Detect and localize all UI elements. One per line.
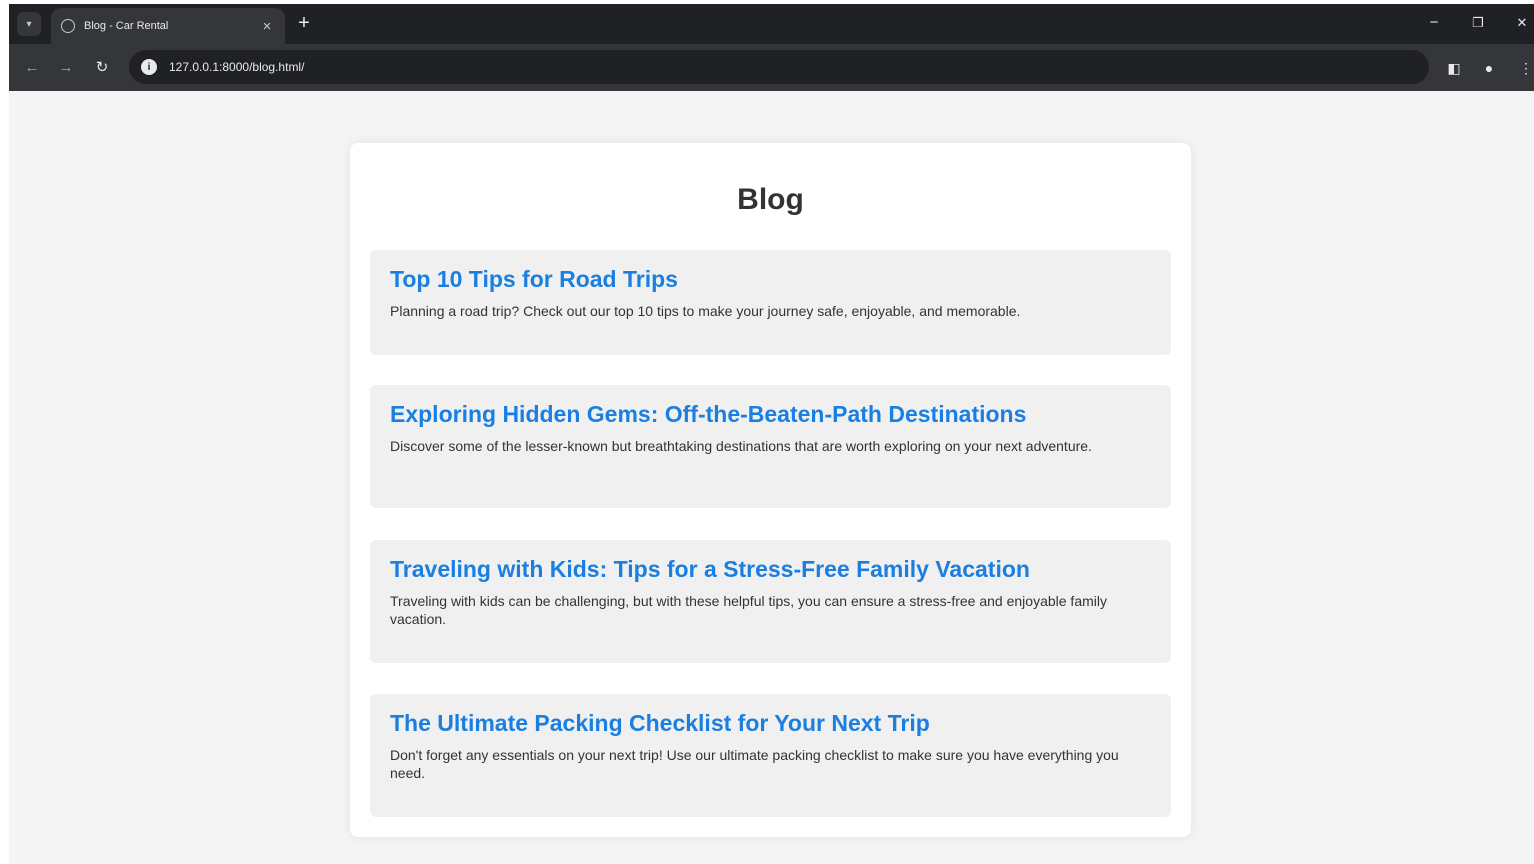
blog-post: The Ultimate Packing Checklist for Your …	[370, 694, 1171, 817]
post-excerpt: Don't forget any essentials on your next…	[390, 747, 1119, 781]
forward-icon[interactable]: →	[53, 55, 79, 81]
post-title-link[interactable]: The Ultimate Packing Checklist for Your …	[390, 710, 1151, 737]
tab-search-icon[interactable]: ▾	[17, 12, 41, 36]
restore-button[interactable]: ❐	[1461, 10, 1495, 36]
tab-close-icon[interactable]: ×	[259, 18, 275, 35]
tab-strip: ▾ Blog - Car Rental × + − ❐ ✕	[9, 4, 1534, 44]
blog-post: Traveling with Kids: Tips for a Stress-F…	[370, 540, 1171, 663]
post-title-link[interactable]: Top 10 Tips for Road Trips	[390, 266, 1151, 293]
site-favicon	[61, 19, 75, 33]
blog-card: Blog Top 10 Tips for Road Trips Planning…	[350, 143, 1191, 837]
menu-icon[interactable]: ⋮	[1513, 55, 1534, 81]
post-excerpt: Traveling with kids can be challenging, …	[390, 593, 1107, 627]
site-info-icon[interactable]: i	[141, 59, 157, 75]
side-panel-icon[interactable]: ◧	[1441, 55, 1467, 81]
address-url: 127.0.0.1:8000/blog.html/	[169, 60, 305, 74]
new-tab-button[interactable]: +	[293, 12, 315, 36]
post-excerpt: Discover some of the lesser-known but br…	[390, 438, 1092, 454]
blog-post: Top 10 Tips for Road Trips Planning a ro…	[370, 250, 1171, 355]
post-title-link[interactable]: Exploring Hidden Gems: Off-the-Beaten-Pa…	[390, 401, 1151, 428]
page-viewport: Blog Top 10 Tips for Road Trips Planning…	[9, 91, 1534, 864]
browser-toolbar: ← → ↻ i 127.0.0.1:8000/blog.html/ ◧ ● ⋮	[9, 44, 1534, 91]
browser-window: ▾ Blog - Car Rental × + − ❐ ✕ ← → ↻ i 12…	[0, 0, 1534, 864]
page-title: Blog	[737, 183, 804, 216]
post-excerpt: Planning a road trip? Check out our top …	[390, 303, 1021, 319]
address-bar[interactable]: i 127.0.0.1:8000/blog.html/	[129, 50, 1429, 84]
browser-tab[interactable]: Blog - Car Rental ×	[51, 8, 285, 44]
profile-icon[interactable]: ●	[1476, 55, 1502, 81]
blog-post: Exploring Hidden Gems: Off-the-Beaten-Pa…	[370, 385, 1171, 508]
reload-icon[interactable]: ↻	[89, 55, 115, 81]
tab-title: Blog - Car Rental	[84, 20, 169, 32]
close-window-button[interactable]: ✕	[1505, 10, 1534, 36]
minimize-button[interactable]: −	[1417, 10, 1451, 36]
post-title-link[interactable]: Traveling with Kids: Tips for a Stress-F…	[390, 556, 1151, 583]
back-icon[interactable]: ←	[19, 55, 45, 81]
